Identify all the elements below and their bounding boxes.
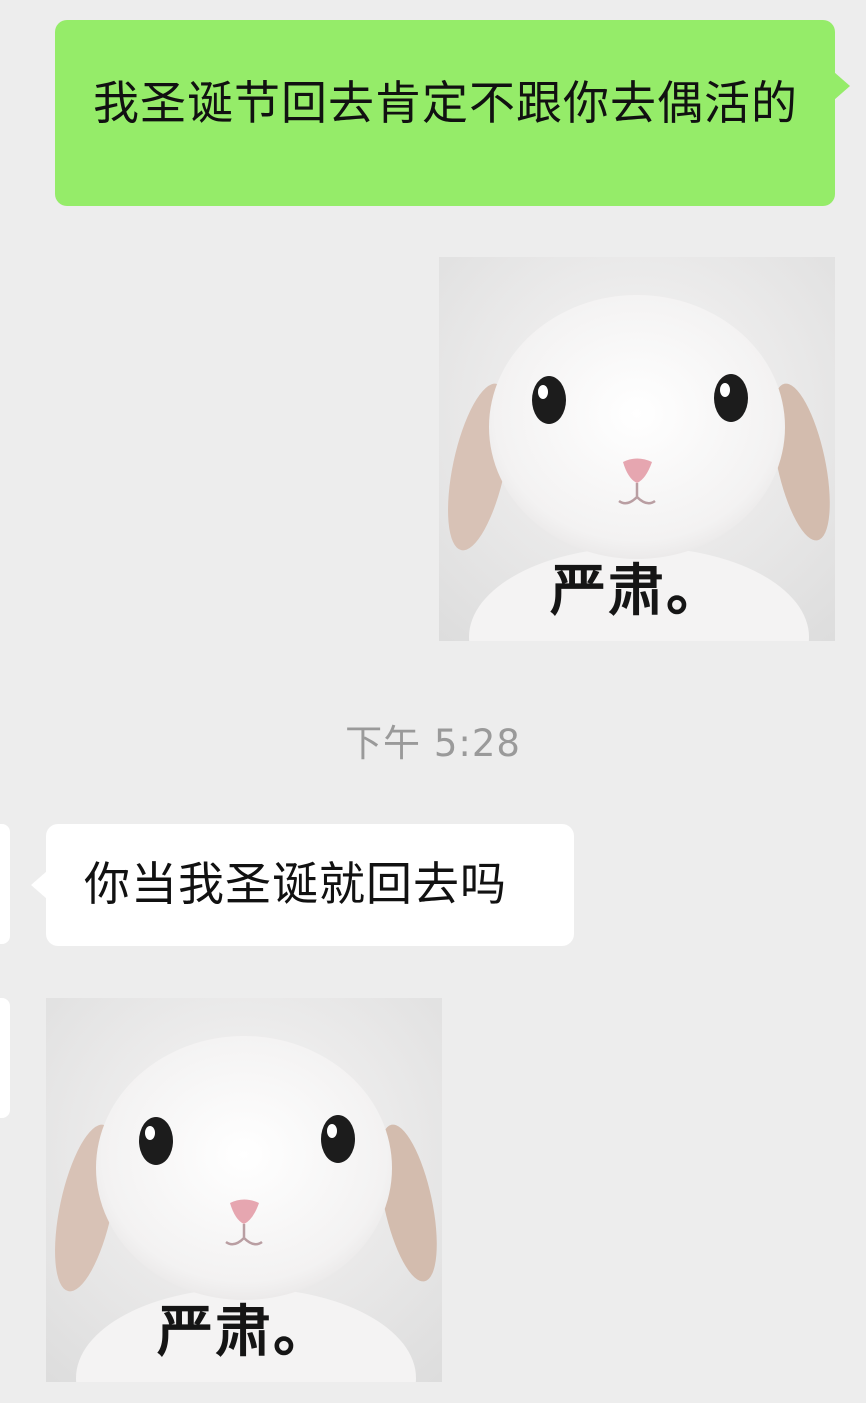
incoming-sticker-message[interactable]: 严肃。 bbox=[46, 998, 442, 1382]
incoming-message-bubble[interactable]: 你当我圣诞就回去吗 bbox=[31, 824, 574, 946]
sticker-caption: 严肃。 bbox=[157, 1300, 331, 1365]
sticker-caption: 严肃。 bbox=[550, 559, 724, 624]
incoming-message-text: 你当我圣诞就回去吗 bbox=[84, 857, 507, 911]
outgoing-message-text: 我圣诞节回去肯定不跟你去偶活的 bbox=[93, 76, 798, 130]
outgoing-sticker-message[interactable]: 严肃。 bbox=[439, 257, 835, 641]
incoming-avatar[interactable] bbox=[0, 824, 10, 944]
incoming-avatar-2[interactable] bbox=[0, 998, 10, 1118]
outgoing-message-bubble[interactable]: 我圣诞节回去肯定不跟你去偶活的 bbox=[55, 20, 850, 206]
message-timestamp: 下午 5:28 bbox=[345, 722, 521, 765]
